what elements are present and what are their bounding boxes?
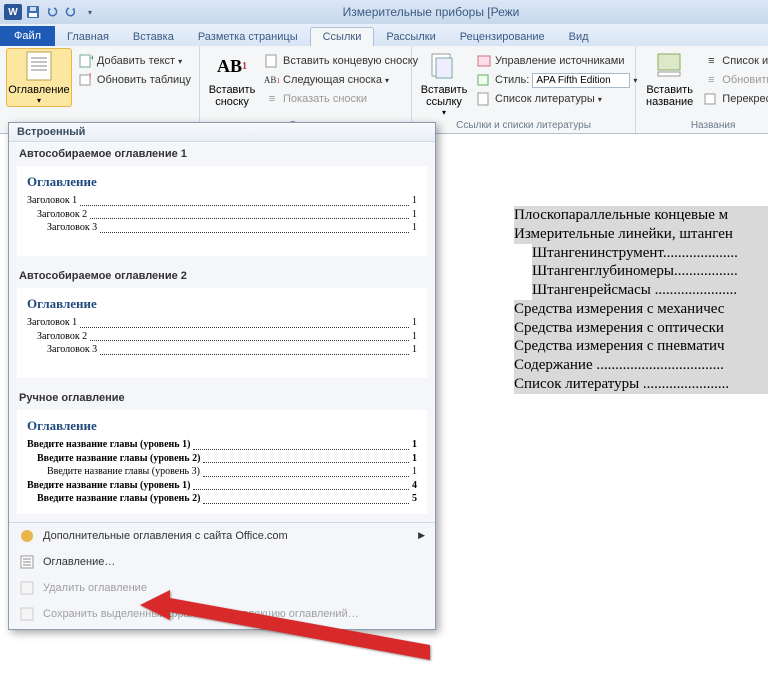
word-app-icon: W (4, 4, 22, 20)
doc-line[interactable]: Средства измерения с пневматич (514, 337, 768, 356)
insert-caption-button[interactable]: Вставить название (642, 48, 697, 110)
svg-text:+: + (90, 54, 93, 63)
footnote-icon: AB1 (216, 50, 248, 82)
group-footnotes: AB1 Вставить сноску Вставить концевую сн… (200, 46, 412, 133)
tab-insert[interactable]: Вставка (121, 28, 186, 46)
list-icon: ≡ (703, 53, 719, 69)
manage-sources-button[interactable]: Управление источниками (474, 52, 639, 70)
doc-line[interactable]: Штангенинструмент.................... (532, 244, 768, 263)
crossref-icon (703, 91, 719, 107)
doc-line[interactable]: Список литературы ......................… (514, 375, 768, 394)
doc-line[interactable]: Штангенглубиномеры................. (532, 262, 768, 281)
dd-insert-toc[interactable]: Оглавление… (9, 549, 435, 575)
style-selector[interactable]: Стиль: ▾ (474, 71, 639, 89)
insert-citation-button[interactable]: Вставить ссылку ▾ (418, 48, 470, 119)
doc-line[interactable]: Штангенрейсмасы ...................... (532, 281, 768, 300)
tab-home[interactable]: Главная (55, 28, 121, 46)
toc-dropdown: Встроенный Автособираемое оглавление 1 О… (8, 122, 436, 630)
group-captions-label: Названия (636, 120, 768, 131)
chevron-right-icon: ▶ (418, 530, 425, 541)
ribbon-tabs: Файл Главная Вставка Разметка страницы С… (0, 24, 768, 46)
toc-button-label: Оглавление (8, 84, 69, 96)
style-icon (476, 72, 492, 88)
tab-references[interactable]: Ссылки (310, 27, 375, 46)
bibliography-button[interactable]: Список литературы ▾ (474, 90, 639, 108)
group-captions: Вставить название ≡Список илл ≡Обновить … (636, 46, 768, 133)
show-notes-button: ≡Показать сноски (262, 90, 420, 108)
citation-icon (428, 50, 460, 82)
show-notes-icon: ≡ (264, 91, 280, 107)
group-citations-label: Ссылки и списки литературы (412, 120, 635, 131)
dd-auto1-title[interactable]: Автособираемое оглавление 1 (9, 142, 435, 164)
tab-layout[interactable]: Разметка страницы (186, 28, 310, 46)
group-toc: Оглавление ▾ +Добавить текст ▾ !Обновить… (0, 46, 200, 133)
chevron-down-icon: ▾ (37, 96, 41, 105)
toc-button[interactable]: Оглавление ▾ (6, 48, 72, 107)
update-table-button[interactable]: !Обновить таблицу (76, 71, 193, 89)
qat-dropdown-icon[interactable]: ▾ (82, 4, 98, 20)
dd-more-office[interactable]: Дополнительные оглавления с сайта Office… (9, 523, 435, 549)
toc-preview-auto1[interactable]: Оглавление Заголовок 11 Заголовок 21 Заг… (17, 166, 427, 256)
dd-auto2-title[interactable]: Автособираемое оглавление 2 (9, 264, 435, 286)
toc-icon (23, 50, 55, 82)
add-text-icon: + (78, 53, 94, 69)
toc-small-icon (19, 554, 35, 570)
svg-text:!: ! (89, 73, 91, 81)
next-footnote-button[interactable]: AB1Следующая сноска ▾ (262, 71, 420, 89)
toc-preview-auto2[interactable]: Оглавление Заголовок 11 Заголовок 21 Заг… (17, 288, 427, 378)
add-text-button[interactable]: +Добавить текст ▾ (76, 52, 193, 70)
caption-icon (654, 50, 686, 82)
doc-line[interactable]: Измерительные линейки, штанген (514, 225, 768, 244)
tab-mailings[interactable]: Рассылки (374, 28, 447, 46)
insert-footnote-button[interactable]: AB1 Вставить сноску (206, 48, 258, 110)
remove-icon (19, 580, 35, 596)
doc-line[interactable]: Средства измерения с оптически (514, 319, 768, 338)
crossref-button[interactable]: Перекрестн (701, 90, 768, 108)
quick-access-toolbar: W ▾ (4, 4, 98, 20)
dd-header-builtin: Встроенный (9, 123, 435, 142)
endnote-icon (264, 53, 280, 69)
doc-line[interactable]: Средства измерения с механичес (514, 300, 768, 319)
document-body[interactable]: Плоскопараллельные концевые м Измеритель… (426, 134, 768, 675)
update-icon: ! (78, 72, 94, 88)
insert-endnote-button[interactable]: Вставить концевую сноску (262, 52, 420, 70)
toc-preview-manual[interactable]: Оглавление Введите название главы (урове… (17, 410, 427, 514)
save-sel-icon (19, 606, 35, 622)
redo-icon[interactable] (63, 4, 79, 20)
dd-remove-toc: Удалить оглавление (9, 575, 435, 601)
sources-icon (476, 53, 492, 69)
illus-list-button[interactable]: ≡Список илл (701, 52, 768, 70)
style-input[interactable] (532, 73, 630, 88)
dd-manual-title[interactable]: Ручное оглавление (9, 386, 435, 408)
dd-save-selection: Сохранить выделенный фрагмент в коллекци… (9, 601, 435, 627)
group-citations: Вставить ссылку ▾ Управление источниками… (412, 46, 636, 133)
tab-file[interactable]: Файл (0, 26, 55, 46)
tab-view[interactable]: Вид (557, 28, 601, 46)
office-icon (19, 528, 35, 544)
undo-icon[interactable] (44, 4, 60, 20)
next-footnote-icon: AB1 (264, 72, 280, 88)
update-table2-button: ≡Обновить т (701, 71, 768, 89)
save-icon[interactable] (25, 4, 41, 20)
window-title: Измерительные приборы [Режи (98, 5, 764, 19)
tab-review[interactable]: Рецензирование (448, 28, 557, 46)
ribbon: Оглавление ▾ +Добавить текст ▾ !Обновить… (0, 46, 768, 134)
biblio-icon (476, 91, 492, 107)
doc-line[interactable]: Содержание .............................… (514, 356, 768, 375)
title-bar: W ▾ Измерительные приборы [Режи (0, 0, 768, 24)
doc-line[interactable]: Плоскопараллельные концевые м (514, 206, 768, 225)
